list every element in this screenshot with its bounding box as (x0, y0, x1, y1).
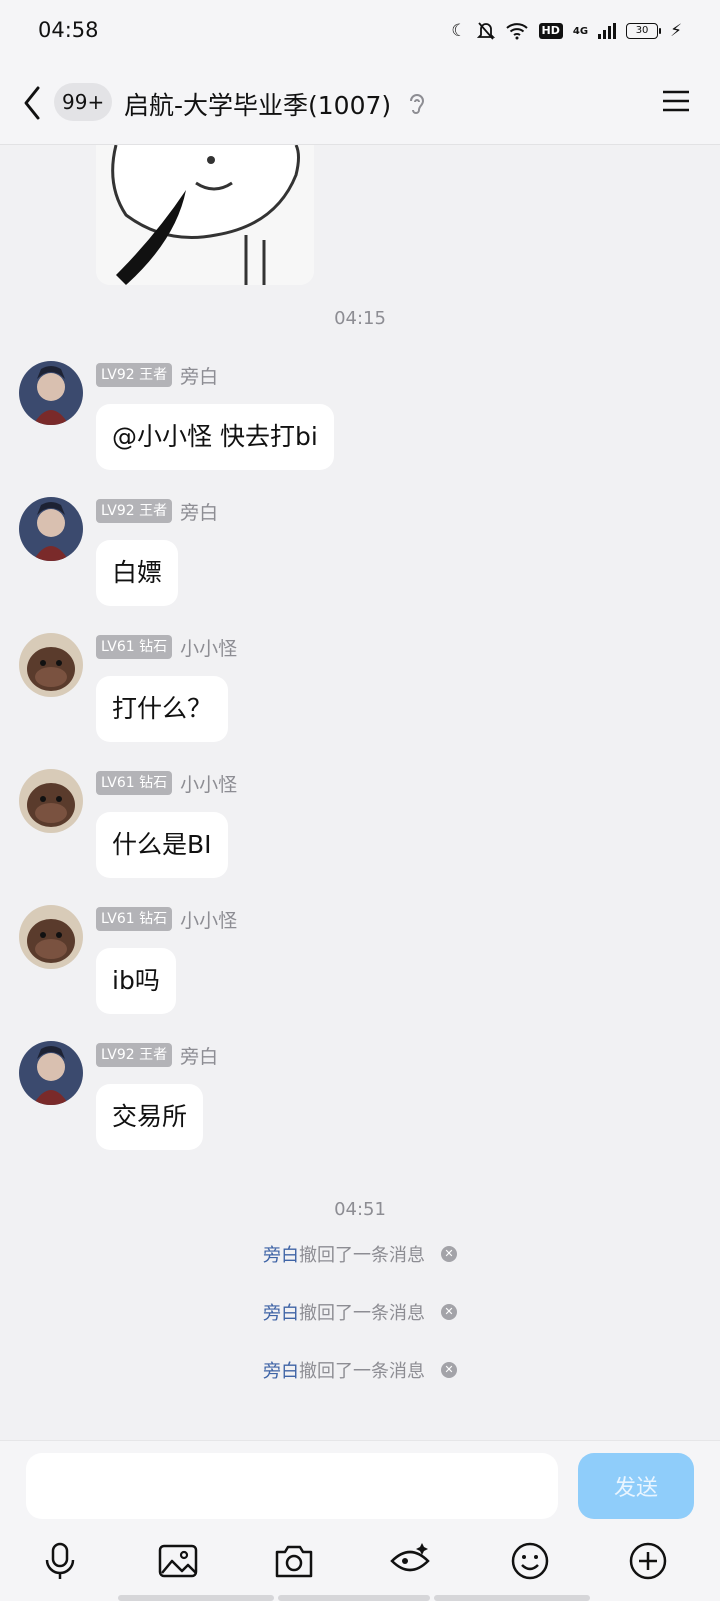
microphone-icon[interactable] (38, 1539, 82, 1583)
avatar[interactable] (19, 769, 83, 833)
dismiss-icon[interactable]: ✕ (441, 1304, 457, 1320)
chat-message-list[interactable]: 04:15 LV92 王者 旁白 @小小怪 快去打bi LV92 王者 旁白 白… (0, 145, 720, 1439)
recall-sender[interactable]: 旁白 (263, 1241, 299, 1267)
message-bubble[interactable]: ib吗 (96, 948, 176, 1014)
avatar[interactable] (19, 633, 83, 697)
plus-icon[interactable] (626, 1539, 670, 1583)
sender-name[interactable]: 旁白 (180, 362, 218, 389)
red-packet-icon[interactable] (388, 1539, 432, 1583)
recall-notice: 旁白 撤回了一条消息 ✕ (0, 1355, 720, 1385)
avatar[interactable] (19, 497, 83, 561)
message-input[interactable] (26, 1453, 558, 1519)
emoji-icon[interactable] (508, 1539, 552, 1583)
sender-name[interactable]: 旁白 (180, 498, 218, 525)
send-button[interactable]: 发送 (578, 1453, 694, 1519)
battery-icon: 30 (626, 23, 662, 39)
ear-icon[interactable] (408, 92, 426, 116)
message-meta: LV92 王者 旁白 (96, 498, 218, 525)
recall-text: 撤回了一条消息 (299, 1303, 425, 1324)
signal-icon (598, 23, 617, 39)
gesture-bar (278, 1595, 430, 1601)
gesture-bar (434, 1595, 590, 1601)
level-badge: LV92 王者 (96, 1043, 173, 1067)
message-bubble[interactable]: 打什么？ (96, 676, 229, 742)
status-time: 04:58 (38, 18, 99, 42)
level-badge: LV92 王者 (96, 363, 173, 387)
level-badge: LV92 王者 (96, 499, 173, 523)
sender-name[interactable]: 小小怪 (180, 634, 237, 661)
message-meta: LV61 钻石 小小怪 (96, 770, 237, 797)
avatar[interactable] (19, 1041, 83, 1105)
avatar[interactable] (19, 905, 83, 969)
level-badge: LV61 钻石 (96, 635, 173, 659)
charging-icon: ⚡ (670, 21, 682, 41)
chat-title[interactable]: 启航-大学毕业季(1007) (124, 86, 391, 122)
input-bar: 发送 (0, 1440, 720, 1601)
message-meta: LV61 钻石 小小怪 (96, 906, 237, 933)
message-bubble[interactable]: 什么是BI (96, 812, 228, 878)
unread-count-badge[interactable]: 99+ (54, 83, 113, 121)
sender-name[interactable]: 小小怪 (180, 770, 237, 797)
camera-icon[interactable] (272, 1539, 316, 1583)
chat-header: 99+ 启航-大学毕业季(1007) (0, 62, 720, 145)
network-label: 4G (572, 25, 589, 37)
level-badge: LV61 钻石 (96, 907, 173, 931)
timestamp: 04:15 (334, 308, 386, 329)
input-toolbar (0, 1539, 720, 1589)
message-bubble[interactable]: @小小怪 快去打bi (96, 404, 334, 470)
message-meta: LV92 王者 旁白 (96, 1042, 218, 1069)
message-bubble[interactable]: 交易所 (96, 1084, 204, 1150)
recall-sender[interactable]: 旁白 (263, 1299, 299, 1325)
timestamp: 04:51 (334, 1199, 386, 1220)
recall-text: 撤回了一条消息 (299, 1361, 425, 1382)
level-badge: LV61 钻石 (96, 771, 173, 795)
moon-icon: ☾ (451, 21, 467, 41)
dismiss-icon[interactable]: ✕ (441, 1246, 457, 1262)
menu-icon[interactable] (662, 89, 690, 113)
wifi-icon (505, 23, 528, 40)
recall-notice: 旁白 撤回了一条消息 ✕ (0, 1297, 720, 1327)
status-bar: 04:58 ☾ HD 4G 30 ⚡ (0, 0, 720, 62)
sender-name[interactable]: 旁白 (180, 1042, 218, 1069)
message-meta: LV92 王者 旁白 (96, 362, 218, 389)
back-button[interactable] (18, 80, 48, 126)
avatar[interactable] (19, 361, 83, 425)
mute-bell-icon (476, 22, 495, 40)
dismiss-icon[interactable]: ✕ (441, 1362, 457, 1378)
message-bubble[interactable]: 白嫖 (96, 540, 179, 606)
image-icon[interactable] (156, 1539, 200, 1583)
recall-sender[interactable]: 旁白 (263, 1357, 299, 1383)
status-icons: ☾ HD 4G 30 ⚡ (451, 18, 682, 44)
sticker-image[interactable] (96, 145, 314, 285)
gesture-bar (118, 1595, 274, 1601)
recall-notice: 旁白 撤回了一条消息 ✕ (0, 1239, 720, 1269)
recall-text: 撤回了一条消息 (299, 1245, 425, 1266)
sender-name[interactable]: 小小怪 (180, 906, 237, 933)
hd-badge: HD (538, 23, 563, 39)
message-meta: LV61 钻石 小小怪 (96, 634, 237, 661)
